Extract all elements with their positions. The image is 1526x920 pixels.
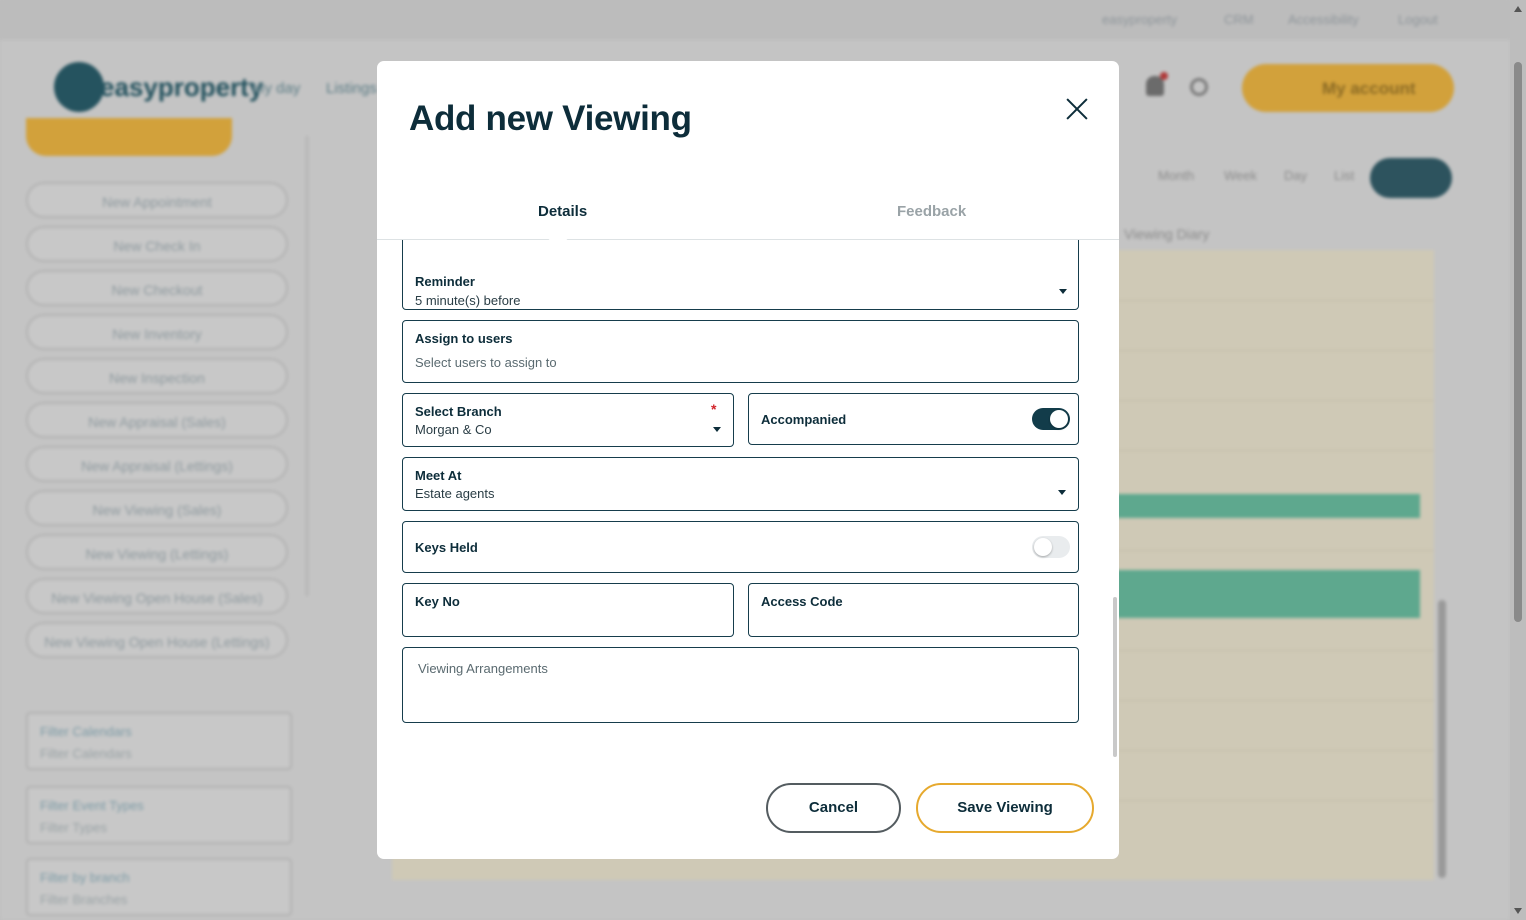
filter-label: Filter Calendars	[40, 724, 132, 739]
filter-branch: Filter by branch Filter Branches	[26, 858, 292, 916]
filter-placeholder: Filter Types	[40, 820, 107, 835]
key-no-label: Key No	[415, 594, 460, 609]
sidebar-action: New Check In	[26, 226, 288, 262]
filter-placeholder: Filter Calendars	[40, 746, 132, 761]
sidebar-action: New Appraisal (Sales)	[26, 402, 288, 438]
search-icon	[1190, 78, 1208, 96]
toggle-knob	[1050, 410, 1068, 428]
modal-scrollbar[interactable]	[1113, 597, 1117, 757]
view-month: Month	[1158, 168, 1195, 183]
chevron-down-icon	[713, 427, 721, 432]
view-list: List	[1334, 168, 1355, 183]
viewing-arrangements-placeholder: Viewing Arrangements	[418, 661, 548, 676]
page-scrollbar[interactable]	[1510, 0, 1526, 920]
sidebar-action: New Appointment	[26, 182, 288, 218]
filter-label: Filter by branch	[40, 870, 130, 885]
key-no-field[interactable]: Key No	[402, 583, 734, 637]
scrollbar-thumb[interactable]	[1514, 62, 1522, 622]
sidebar-new-button	[26, 118, 232, 156]
add-viewing-modal: Add new Viewing Details Feedback Reminde…	[377, 61, 1119, 859]
my-account-button: My account	[1242, 64, 1454, 112]
tab-feedback[interactable]: Feedback	[897, 203, 966, 220]
access-code-field[interactable]: Access Code	[748, 583, 1079, 637]
top-utility-bar: easyproperty CRM Accessibility Logout	[0, 0, 1510, 40]
filter-placeholder: Filter Branches	[40, 892, 128, 907]
required-marker: *	[711, 401, 717, 417]
accompanied-field: Accompanied	[748, 393, 1079, 445]
today-button	[1370, 158, 1452, 198]
scroll-up-arrow-icon[interactable]	[1514, 6, 1522, 12]
sidebar-action: New Inventory	[26, 314, 288, 350]
top-link-logout: Logout	[1398, 12, 1438, 27]
form-body[interactable]: Reminder 5 minute(s) before Assign to us…	[377, 240, 1119, 760]
chevron-down-icon	[1058, 490, 1066, 495]
viewing-arrangements-textarea[interactable]: Viewing Arrangements	[402, 647, 1079, 723]
assign-users-label: Assign to users	[415, 331, 513, 346]
modal-title: Add new Viewing	[409, 99, 692, 138]
filter-event-types: Filter Event Types Filter Types	[26, 786, 292, 844]
toggle-knob	[1034, 538, 1052, 556]
reminder-select[interactable]: Reminder 5 minute(s) before	[402, 240, 1079, 310]
assign-users-placeholder: Select users to assign to	[415, 355, 557, 370]
sidebar-action: New Viewing Open House (Lettings)	[26, 622, 288, 658]
view-week: Week	[1224, 168, 1257, 183]
sidebar-action: New Appraisal (Lettings)	[26, 446, 288, 482]
meet-at-value: Estate agents	[415, 486, 495, 501]
access-code-label: Access Code	[761, 594, 843, 609]
nav-my-day: My day	[252, 80, 301, 97]
cancel-button[interactable]: Cancel	[766, 783, 901, 833]
branch-label: Select Branch	[415, 404, 502, 419]
logo-mark	[54, 62, 104, 112]
nav-listings: Listings	[326, 80, 377, 97]
top-link-brand: easyproperty	[1102, 12, 1178, 27]
close-icon[interactable]	[1059, 91, 1095, 127]
sidebar-action: New Viewing (Lettings)	[26, 534, 288, 570]
branch-select[interactable]: Select Branch * Morgan & Co	[402, 393, 734, 447]
reminder-value: 5 minute(s) before	[415, 293, 521, 308]
assign-users-field[interactable]: Assign to users Select users to assign t…	[402, 320, 1079, 383]
logo-text: easyproperty	[100, 72, 264, 102]
accompanied-toggle[interactable]	[1032, 408, 1070, 430]
keys-held-toggle[interactable]	[1032, 536, 1070, 558]
branch-value: Morgan & Co	[415, 422, 492, 437]
keys-held-label: Keys Held	[415, 540, 478, 555]
calendar-event	[1110, 570, 1420, 618]
calendar-scrollbar	[1438, 600, 1446, 878]
sidebar-action: New Viewing (Sales)	[26, 490, 288, 526]
meet-at-label: Meet At	[415, 468, 462, 483]
view-day: Day	[1284, 168, 1308, 183]
notification-dot	[1160, 72, 1168, 80]
save-viewing-button[interactable]: Save Viewing	[916, 783, 1094, 833]
filter-label: Filter Event Types	[40, 798, 144, 813]
chevron-down-icon	[1059, 289, 1067, 294]
top-link-crm: CRM	[1224, 12, 1254, 27]
sidebar-action: New Checkout	[26, 270, 288, 306]
sidebar-divider	[306, 136, 308, 596]
calendar-column-header: Viewing Diary	[1124, 226, 1210, 242]
scroll-down-arrow-icon[interactable]	[1514, 908, 1522, 914]
tab-details[interactable]: Details	[538, 203, 587, 220]
keys-held-field: Keys Held	[402, 521, 1079, 573]
sidebar-action: New Inspection	[26, 358, 288, 394]
top-link-accessibility: Accessibility	[1288, 12, 1359, 27]
filter-calendars: Filter Calendars Filter Calendars	[26, 712, 292, 770]
reminder-label: Reminder	[415, 274, 475, 289]
sidebar-action: New Viewing Open House (Sales)	[26, 578, 288, 614]
calendar-event	[1110, 494, 1420, 518]
meet-at-select[interactable]: Meet At Estate agents	[402, 457, 1079, 511]
accompanied-label: Accompanied	[761, 412, 847, 427]
